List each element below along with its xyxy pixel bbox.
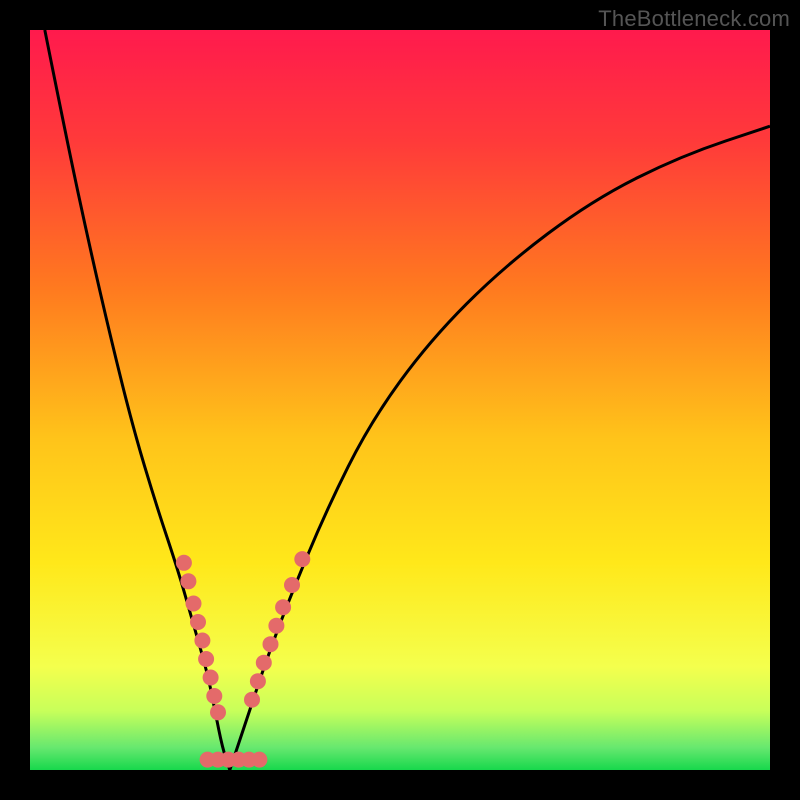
- data-dot: [203, 670, 219, 686]
- data-dot: [206, 688, 222, 704]
- data-dot: [284, 577, 300, 593]
- data-dot: [250, 673, 266, 689]
- data-dot: [190, 614, 206, 630]
- watermark-text: TheBottleneck.com: [598, 6, 790, 32]
- plot-area: [30, 30, 770, 770]
- data-dot: [198, 651, 214, 667]
- data-dot: [294, 551, 310, 567]
- data-dot: [210, 704, 226, 720]
- data-dot: [268, 618, 284, 634]
- data-dot: [186, 596, 202, 612]
- gradient-bg: [30, 30, 770, 770]
- chart-stage: TheBottleneck.com: [0, 0, 800, 800]
- data-dot: [275, 599, 291, 615]
- data-dot: [176, 555, 192, 571]
- data-dot: [180, 573, 196, 589]
- data-dot: [194, 633, 210, 649]
- plot-svg: [30, 30, 770, 770]
- data-dot: [263, 636, 279, 652]
- data-dot: [251, 752, 267, 768]
- data-dot: [256, 655, 272, 671]
- data-dot: [244, 692, 260, 708]
